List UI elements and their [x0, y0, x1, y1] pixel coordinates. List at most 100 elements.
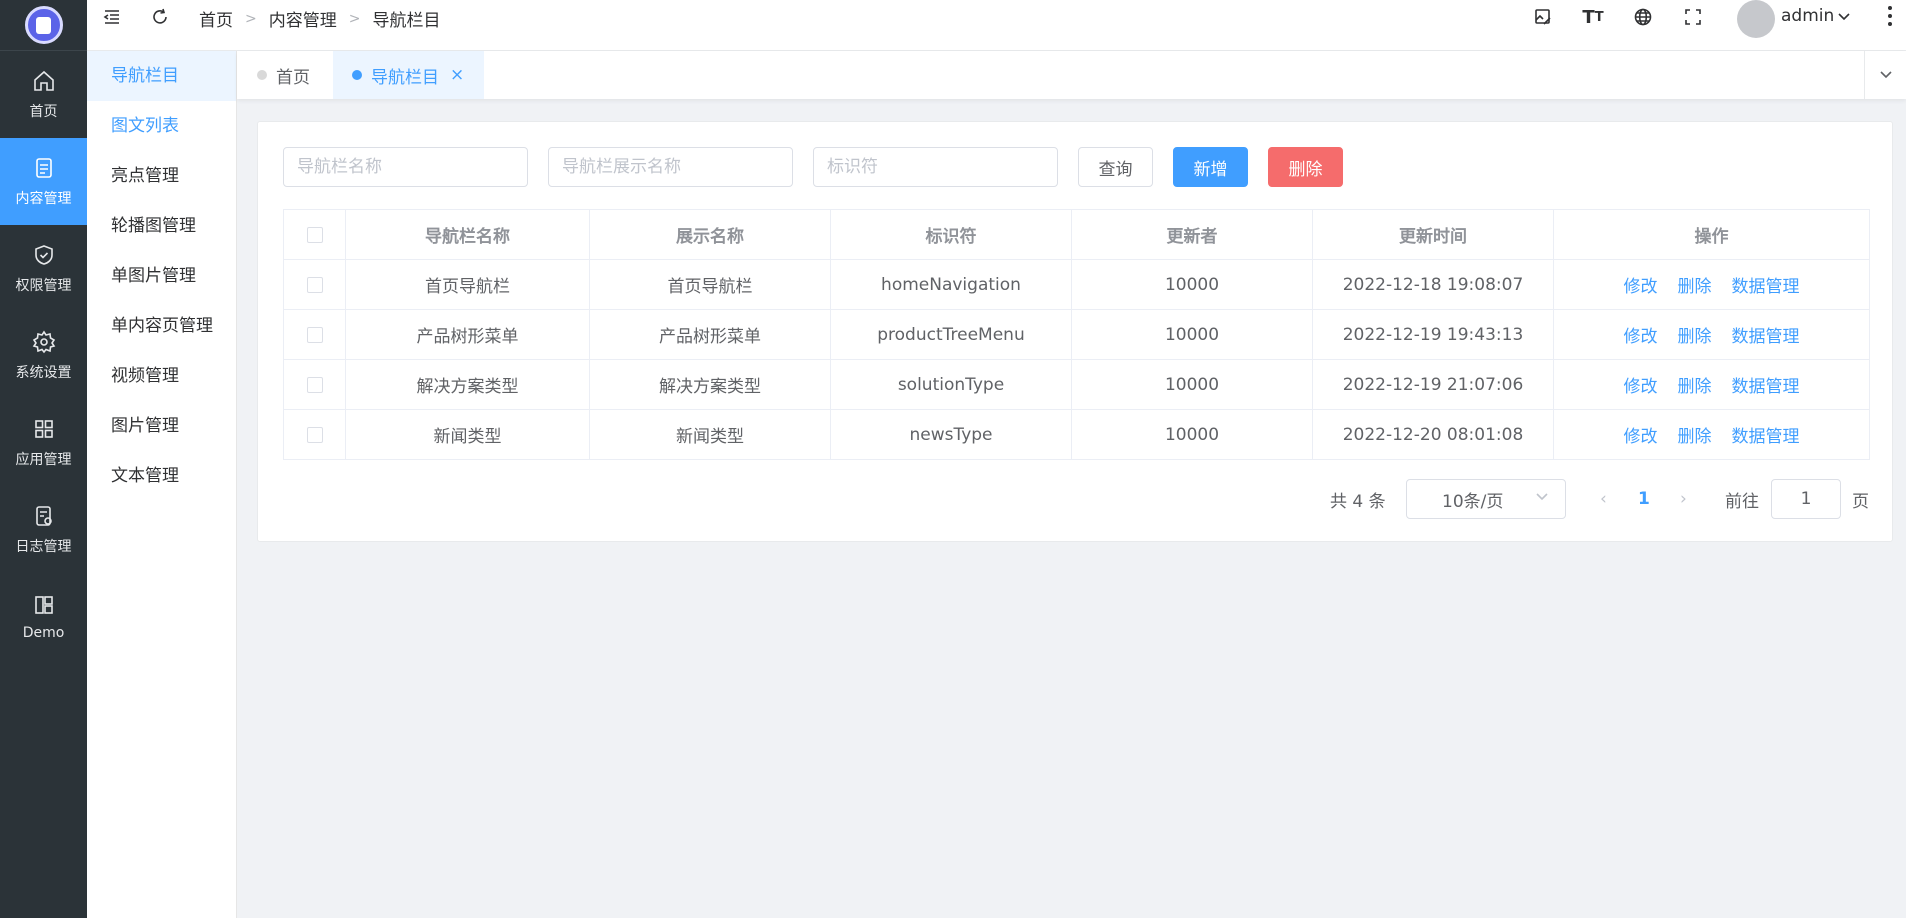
tabs-dropdown-button[interactable]	[1864, 51, 1906, 99]
font-size-icon[interactable]: TT	[1582, 7, 1603, 28]
cell-actions: 修改 删除 数据管理	[1553, 409, 1870, 460]
identifier-input[interactable]	[813, 147, 1058, 187]
document-icon	[35, 157, 52, 178]
submenu-item-articles[interactable]: 图文列表	[87, 101, 236, 151]
grid-icon	[34, 419, 53, 438]
cell-identifier: homeNavigation	[830, 259, 1072, 310]
submenu-item-highlights[interactable]: 亮点管理	[87, 151, 236, 201]
refresh-icon[interactable]	[150, 7, 170, 27]
cell-updater: 10000	[1071, 359, 1313, 410]
breadcrumb-item-home[interactable]: 首页	[199, 6, 233, 31]
tab-dot-icon	[257, 70, 267, 80]
submenu-item-text[interactable]: 文本管理	[87, 451, 236, 501]
current-page-number[interactable]: 1	[1638, 479, 1650, 519]
cell-time: 2022-12-20 08:01:08	[1312, 409, 1554, 460]
goto-page-input[interactable]	[1771, 479, 1841, 519]
breadcrumb: 首页 > 内容管理 > 导航栏目	[199, 6, 440, 32]
delete-button[interactable]: 删除	[1268, 147, 1343, 187]
edit-link[interactable]: 修改	[1624, 377, 1658, 397]
edit-link[interactable]: 修改	[1624, 427, 1658, 447]
submenu-item-single-page[interactable]: 单内容页管理	[87, 301, 236, 351]
delete-link[interactable]: 删除	[1678, 327, 1712, 347]
avatar[interactable]	[1737, 0, 1775, 38]
chevron-down-icon	[1879, 71, 1892, 79]
cell-updater: 10000	[1071, 309, 1313, 360]
page-size-select[interactable]: 10条/页	[1406, 479, 1566, 519]
add-button[interactable]: 新增	[1173, 147, 1248, 187]
rail-item-label: 日志管理	[15, 538, 72, 555]
content-submenu: 导航栏目 图文列表 亮点管理 轮播图管理 单图片管理 单内容页管理 视频管理 图…	[87, 51, 237, 918]
nav-display-name-input[interactable]	[548, 147, 793, 187]
cell-updater: 10000	[1071, 409, 1313, 460]
row-checkbox[interactable]	[306, 376, 323, 393]
edit-link[interactable]: 修改	[1624, 277, 1658, 297]
cell-display: 新闻类型	[589, 409, 831, 460]
cell-actions: 修改 删除 数据管理	[1553, 259, 1870, 310]
submenu-item-images[interactable]: 图片管理	[87, 401, 236, 451]
row-checkbox[interactable]	[306, 326, 323, 343]
column-header: 操作	[1553, 209, 1870, 260]
query-button[interactable]: 查询	[1078, 147, 1153, 187]
rail-item-demo[interactable]: Demo	[0, 573, 87, 660]
image-edit-icon[interactable]	[1533, 7, 1553, 27]
globe-icon[interactable]	[1633, 7, 1653, 27]
breadcrumb-separator-icon: >	[245, 10, 257, 27]
close-icon[interactable]: ×	[450, 65, 464, 85]
row-checkbox[interactable]	[306, 276, 323, 293]
goto-label: 前往	[1725, 491, 1759, 512]
data-manage-link[interactable]: 数据管理	[1732, 277, 1800, 297]
log-icon	[35, 505, 52, 526]
column-header: 展示名称	[589, 209, 831, 260]
submenu-item-video[interactable]: 视频管理	[87, 351, 236, 401]
username[interactable]: admin	[1781, 6, 1834, 26]
tab-nav[interactable]: 导航栏目 ×	[333, 51, 485, 99]
data-manage-link[interactable]: 数据管理	[1732, 427, 1800, 447]
delete-link[interactable]: 删除	[1678, 277, 1712, 297]
cell-identifier: solutionType	[830, 359, 1072, 410]
cell-name: 产品树形菜单	[345, 309, 590, 360]
rail-item-label: 应用管理	[15, 451, 72, 468]
cell-identifier: productTreeMenu	[830, 309, 1072, 360]
tab-label: 导航栏目	[371, 67, 439, 88]
data-manage-link[interactable]: 数据管理	[1732, 377, 1800, 397]
row-select-cell	[283, 309, 346, 360]
tab-home[interactable]: 首页	[257, 51, 326, 99]
submenu-item-single-image[interactable]: 单图片管理	[87, 251, 236, 301]
page-size-value: 10条/页	[1442, 491, 1504, 512]
fullscreen-icon[interactable]	[1683, 7, 1703, 27]
gear-icon	[32, 330, 55, 353]
cell-display: 首页导航栏	[589, 259, 831, 310]
logo-icon	[24, 6, 63, 44]
rail-item-home[interactable]: 首页	[0, 51, 87, 138]
nav-name-input[interactable]	[283, 147, 528, 187]
rail-item-permissions[interactable]: 权限管理	[0, 225, 87, 312]
row-select-cell	[283, 259, 346, 310]
delete-link[interactable]: 删除	[1678, 427, 1712, 447]
submenu-item-carousel[interactable]: 轮播图管理	[87, 201, 236, 251]
more-vertical-icon[interactable]	[1887, 6, 1893, 26]
collapse-menu-icon[interactable]	[102, 7, 122, 27]
cell-name: 新闻类型	[345, 409, 590, 460]
select-all-checkbox[interactable]	[306, 226, 323, 243]
edit-link[interactable]: 修改	[1624, 327, 1658, 347]
submenu-item-nav[interactable]: 导航栏目	[87, 51, 236, 101]
rail-item-settings[interactable]: 系统设置	[0, 312, 87, 399]
cell-name: 首页导航栏	[345, 259, 590, 310]
rail-item-logs[interactable]: 日志管理	[0, 486, 87, 573]
table-header-row: 导航栏名称 展示名称 标识符 更新者 更新时间 操作	[283, 209, 1870, 260]
row-select-cell	[283, 409, 346, 460]
rail-item-content[interactable]: 内容管理	[0, 138, 87, 225]
rail-item-label: 权限管理	[15, 277, 72, 294]
next-page-icon[interactable]: ›	[1680, 479, 1687, 519]
rail-item-apps[interactable]: 应用管理	[0, 399, 87, 486]
data-manage-link[interactable]: 数据管理	[1732, 327, 1800, 347]
breadcrumb-item-content[interactable]: 内容管理	[269, 6, 337, 31]
chevron-down-icon[interactable]	[1837, 12, 1851, 22]
app-logo[interactable]	[0, 0, 87, 51]
row-checkbox[interactable]	[306, 426, 323, 443]
prev-page-icon[interactable]: ‹	[1600, 479, 1607, 519]
cell-actions: 修改 删除 数据管理	[1553, 359, 1870, 410]
delete-link[interactable]: 删除	[1678, 377, 1712, 397]
layout-icon	[34, 595, 53, 614]
rail-item-label: Demo	[22, 624, 65, 641]
